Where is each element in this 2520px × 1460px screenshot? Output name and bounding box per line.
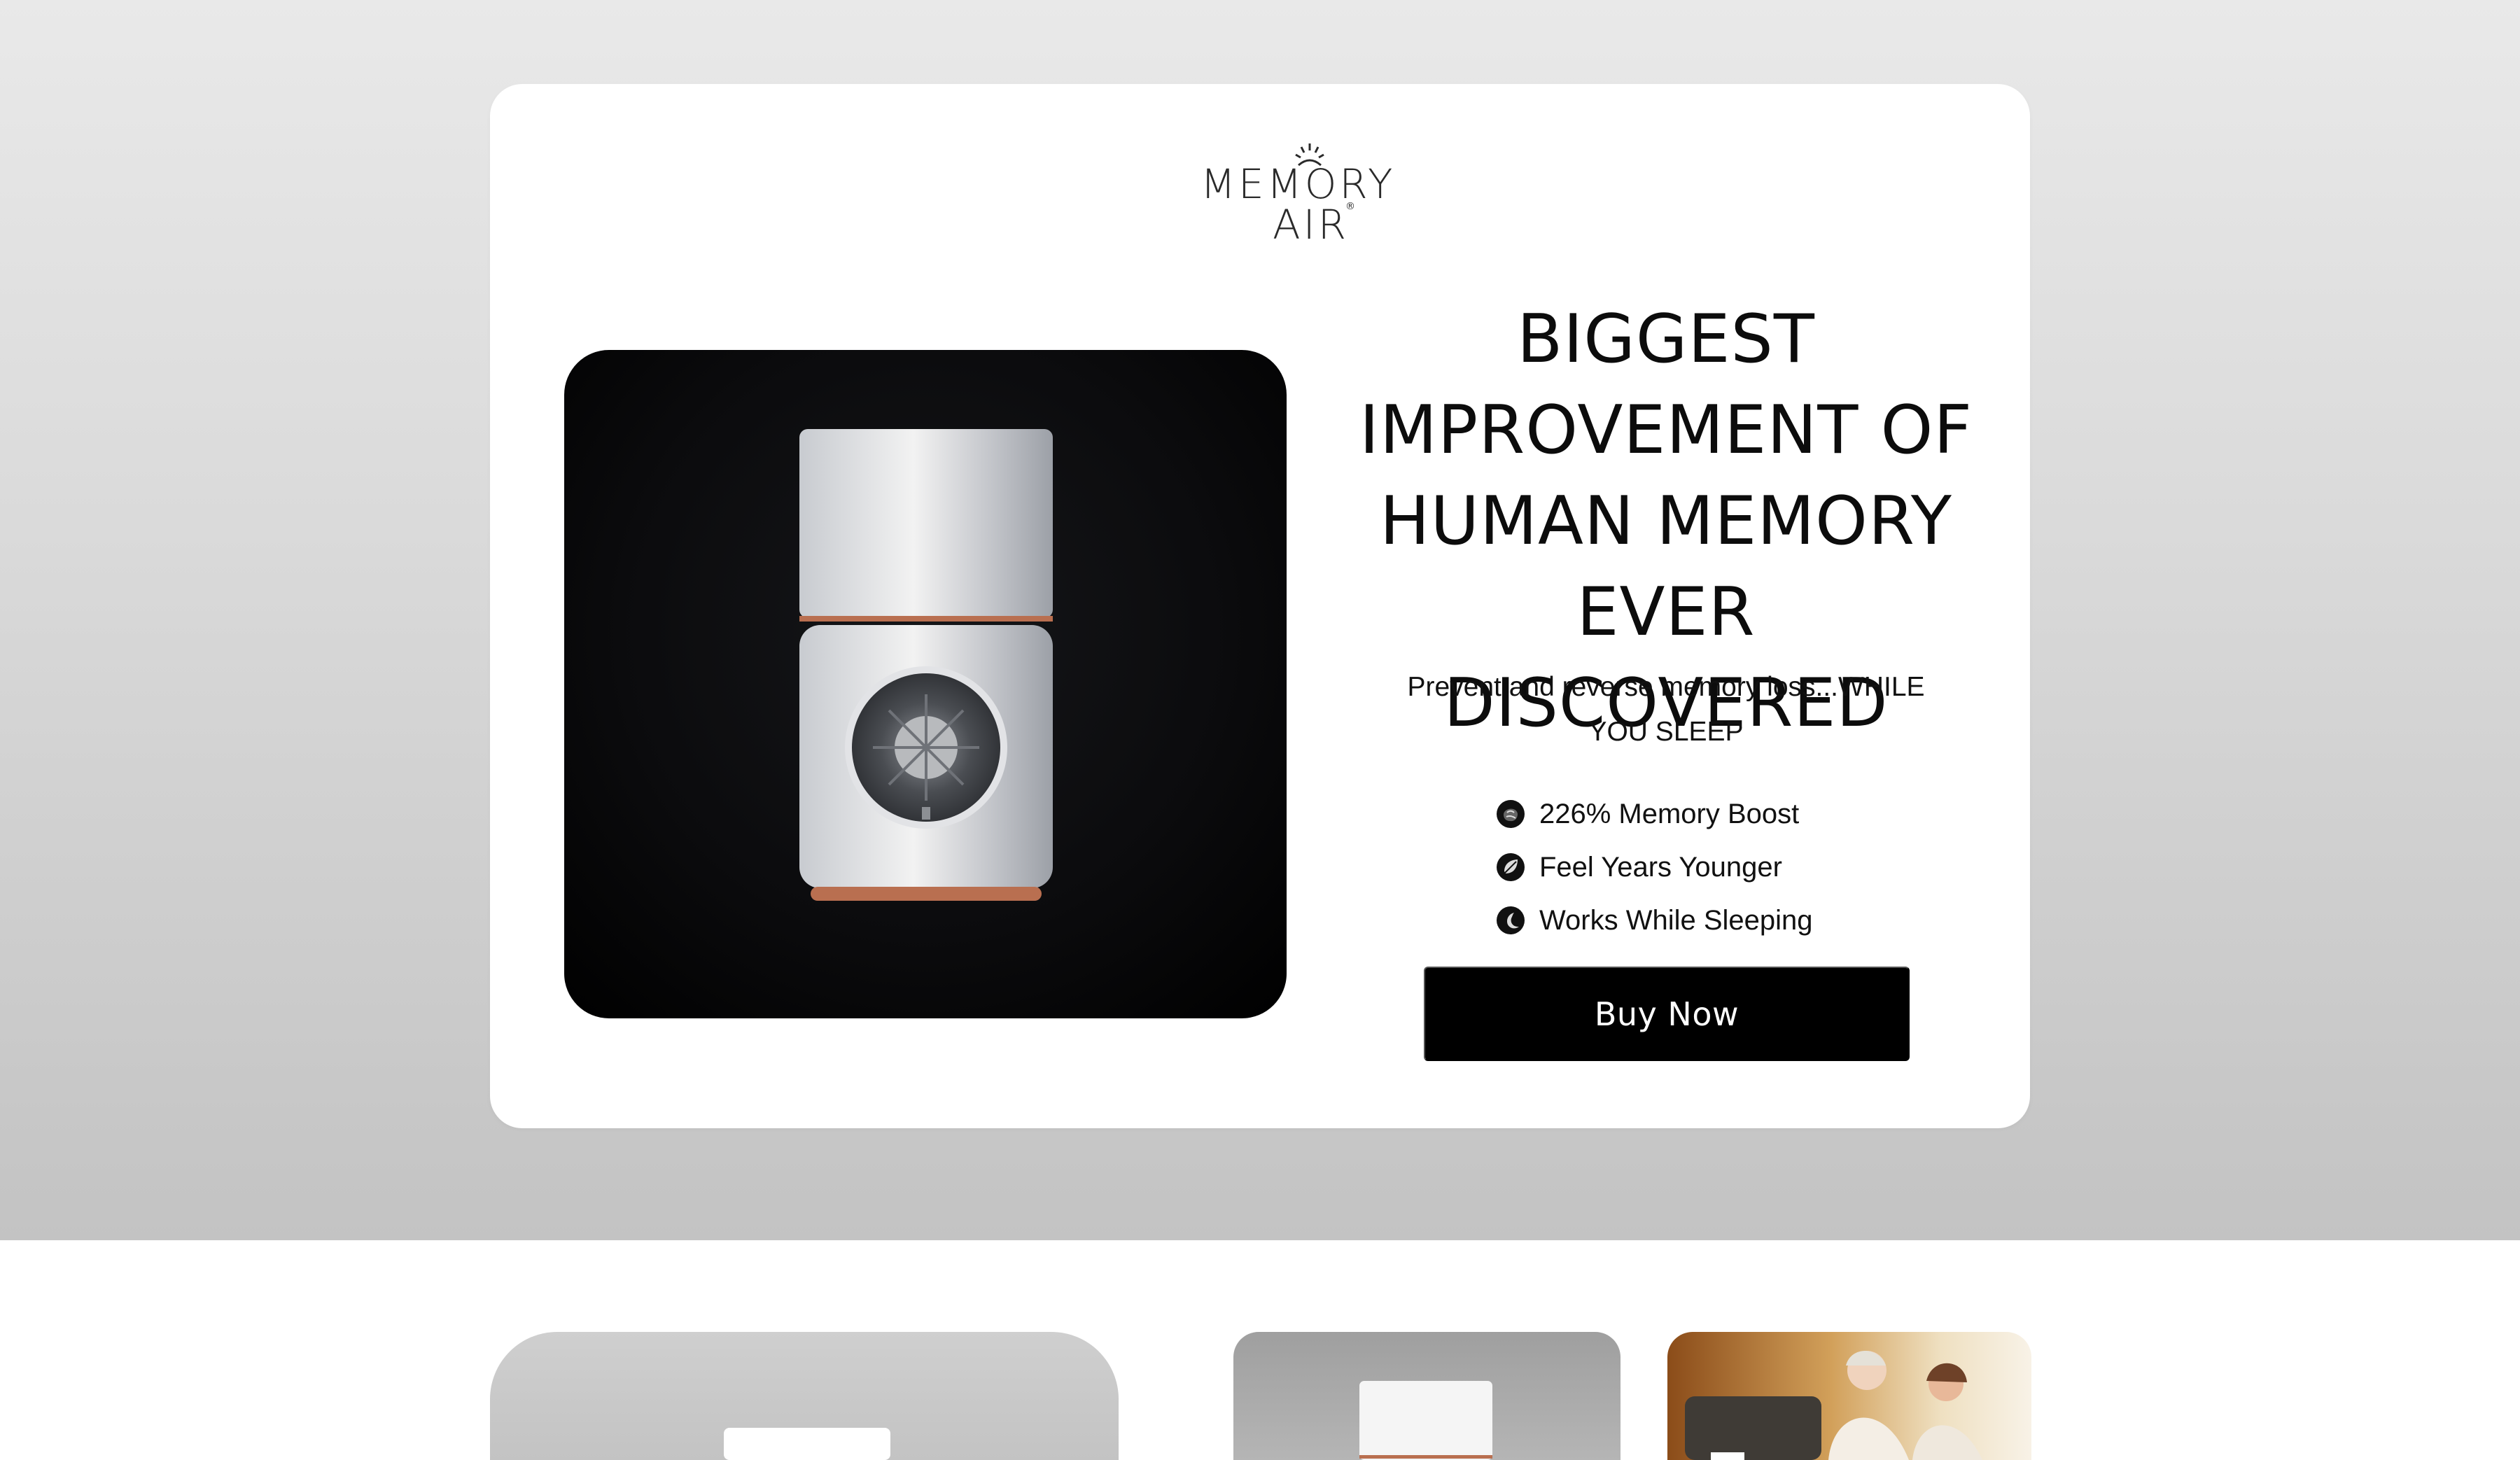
registered-mark: ® <box>1345 201 1355 212</box>
feature-label: 226% Memory Boost <box>1539 798 1800 829</box>
feature-label: Works While Sleeping <box>1539 904 1813 936</box>
hero-section: MEMORY AIR ® BIGGEST IMPROVEMENT OF HUMA… <box>0 0 2520 1240</box>
air-purifier-image <box>724 1428 890 1460</box>
air-purifier-image <box>1359 1381 1492 1460</box>
hero-subheadline: Prevent and reverse memory loss...WHILE … <box>1407 672 1925 747</box>
product-image <box>564 350 1287 1018</box>
feature-item: Works While Sleeping <box>1496 894 1874 947</box>
product-gallery-image[interactable] <box>1233 1332 1620 1460</box>
memory-air-device-image <box>799 429 1053 901</box>
product-gallery-image[interactable] <box>490 1332 1119 1460</box>
logo-text-air: AIR <box>1273 201 1350 248</box>
customer-photo[interactable] <box>1667 1332 2031 1460</box>
leaf-icon <box>1497 853 1525 881</box>
feature-item: 226% Memory Boost <box>1496 787 1874 841</box>
feature-list: 226% Memory Boost Feel Years Younger Wor… <box>1496 787 1874 947</box>
buy-now-button[interactable]: Buy Now <box>1424 967 1910 1061</box>
brain-icon <box>1497 800 1525 828</box>
elderly-couple-photo <box>1685 1351 1982 1460</box>
feature-item: Feel Years Younger <box>1496 841 1874 894</box>
moon-icon <box>1497 906 1525 934</box>
memory-air-logo[interactable]: MEMORY AIR ® <box>1190 143 1393 248</box>
feature-label: Feel Years Younger <box>1539 851 1782 883</box>
